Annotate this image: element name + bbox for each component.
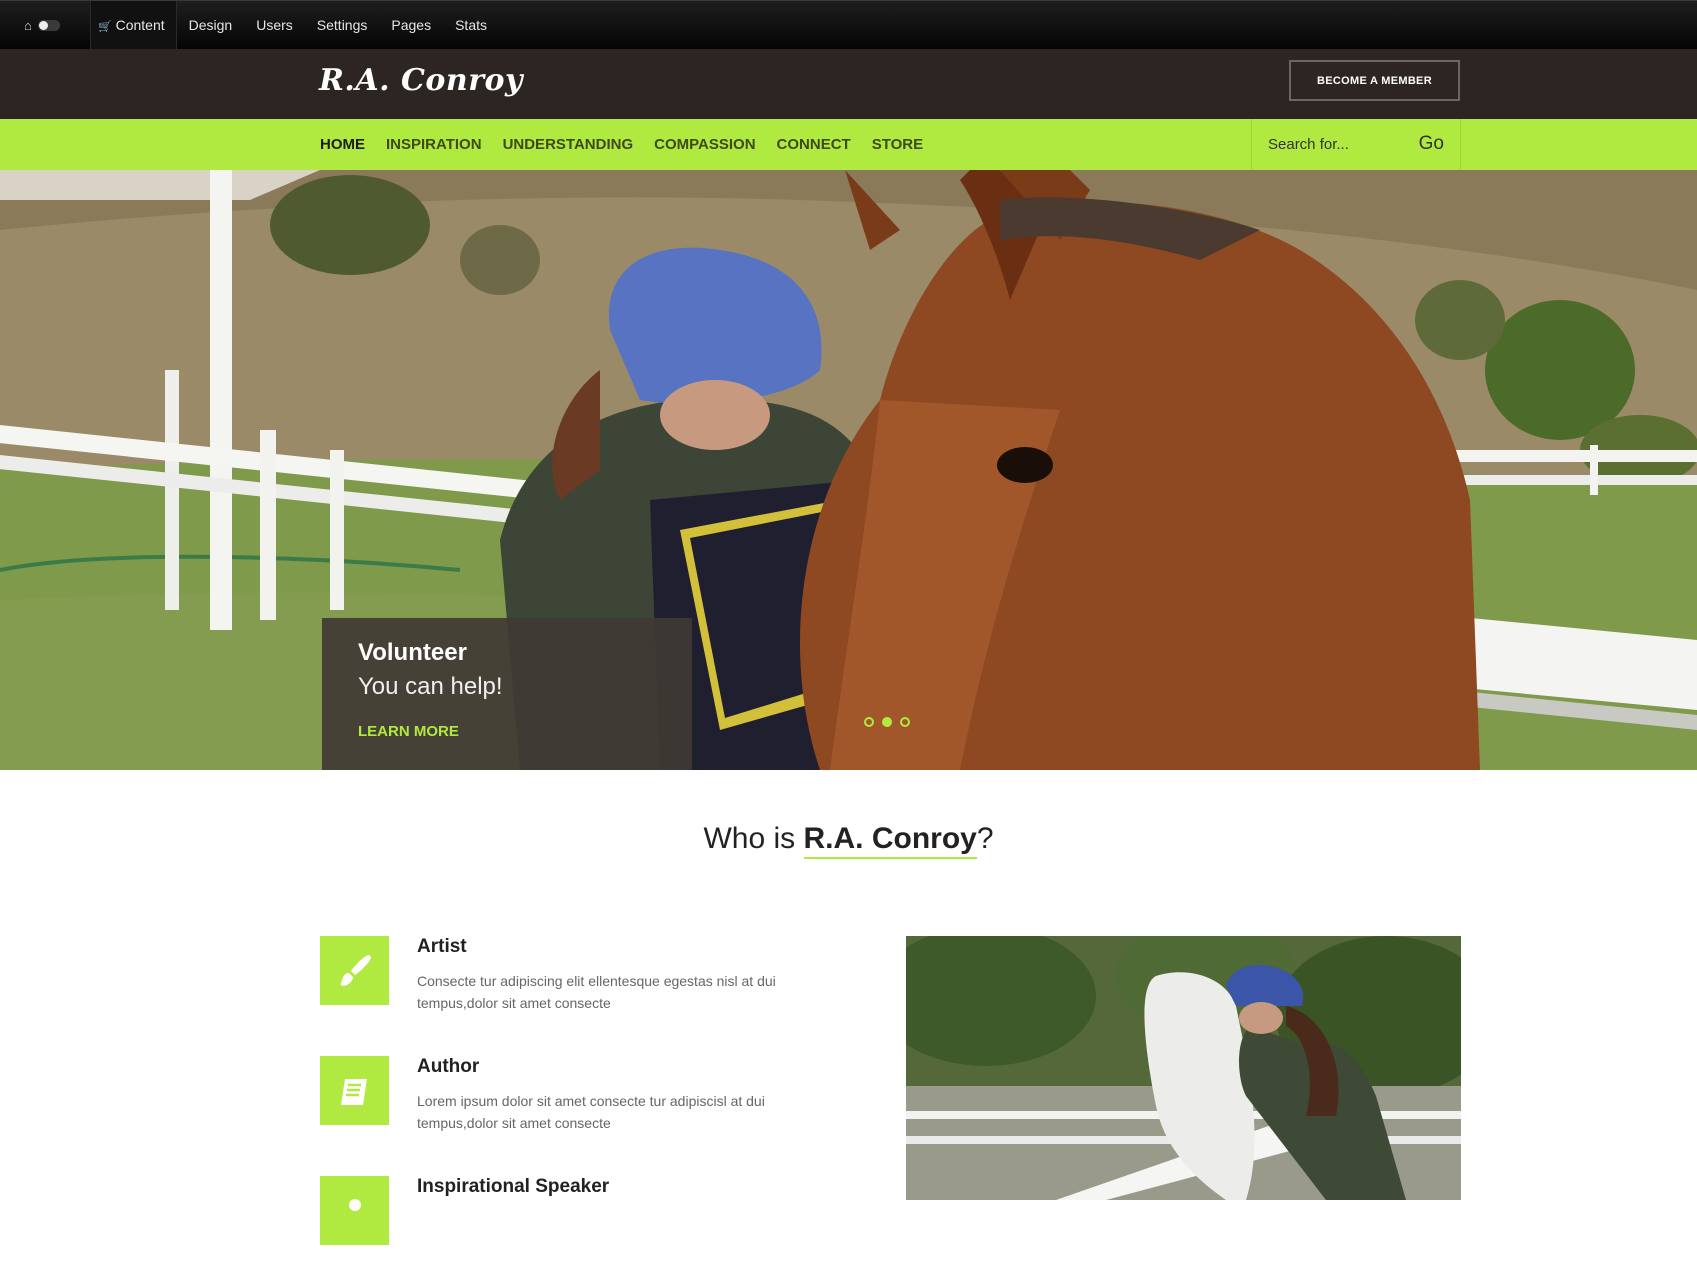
- admin-item-settings[interactable]: Settings: [305, 1, 380, 49]
- nav-item-home[interactable]: HOME: [320, 136, 365, 153]
- search-box: Go: [1251, 119, 1461, 170]
- book-icon: [320, 1056, 389, 1125]
- who-suffix: ?: [976, 822, 994, 855]
- paintbrush-icon: [320, 936, 389, 1005]
- site-header: R.A. Conroy BECOME A MEMBER: [0, 49, 1697, 119]
- slide-caption: Volunteer You can help! LEARN MORE: [322, 618, 692, 770]
- become-member-button[interactable]: BECOME A MEMBER: [1289, 60, 1460, 101]
- about-photo-image: [906, 936, 1461, 1200]
- home-icon[interactable]: ⌂: [24, 18, 32, 33]
- site-logo[interactable]: R.A. Conroy: [319, 63, 523, 98]
- main-nav: HOME INSPIRATION UNDERSTANDING COMPASSIO…: [0, 119, 1697, 170]
- nav-item-understanding[interactable]: UNDERSTANDING: [503, 136, 634, 153]
- nav-item-connect[interactable]: CONNECT: [777, 136, 851, 153]
- search-go-button[interactable]: Go: [1419, 133, 1444, 155]
- slider-dot[interactable]: [864, 717, 874, 727]
- slider-dots: [864, 717, 910, 727]
- slider-dot[interactable]: [882, 717, 892, 727]
- feature-text: Lorem ipsum dolor sit amet consecte tur …: [417, 1093, 765, 1131]
- feature-title: Author: [417, 1056, 480, 1077]
- about-photo: [906, 936, 1461, 1200]
- admin-item-users[interactable]: Users: [244, 1, 305, 49]
- admin-item-stats[interactable]: Stats: [443, 1, 499, 49]
- hero-image: [0, 170, 1697, 770]
- admin-item-design[interactable]: Design: [177, 1, 245, 49]
- feature-title: Inspirational Speaker: [417, 1176, 610, 1197]
- admin-home-group[interactable]: ⌂: [0, 1, 90, 49]
- feature-artist: Artist Consecte tur adipiscing elit elle…: [320, 936, 820, 1036]
- feature-text: Consecte tur adipiscing elit ellentesque…: [417, 973, 776, 1011]
- feature-title: Artist: [417, 936, 467, 957]
- search-input[interactable]: [1266, 135, 1410, 154]
- nav-item-compassion[interactable]: COMPASSION: [654, 136, 755, 153]
- edit-toggle[interactable]: [37, 19, 60, 31]
- admin-bar: ⌂ 🛒 Content Design Users Settings Pages …: [0, 0, 1697, 49]
- nav-item-inspiration[interactable]: INSPIRATION: [386, 136, 482, 153]
- slider-dot[interactable]: [900, 717, 910, 727]
- admin-item-content[interactable]: 🛒 Content: [90, 1, 177, 49]
- who-name: R.A. Conroy: [803, 822, 977, 859]
- speaker-icon: [320, 1176, 389, 1245]
- feature-speaker: Inspirational Speaker: [320, 1176, 820, 1276]
- who-prefix: Who is: [703, 822, 804, 855]
- nav-item-store[interactable]: STORE: [872, 136, 923, 153]
- toggle-knob: [38, 20, 48, 30]
- nav-links: HOME INSPIRATION UNDERSTANDING COMPASSIO…: [320, 119, 944, 170]
- learn-more-link[interactable]: LEARN MORE: [358, 723, 459, 740]
- hero-slider: Volunteer You can help! LEARN MORE: [0, 170, 1697, 770]
- who-heading: Who is R.A. Conroy?: [0, 822, 1697, 859]
- caption-title: Volunteer: [358, 639, 467, 666]
- admin-item-pages[interactable]: Pages: [379, 1, 443, 49]
- caption-subtitle: You can help!: [358, 673, 503, 700]
- admin-item-label: Content: [115, 17, 165, 33]
- cart-icon: 🛒: [98, 21, 112, 33]
- feature-author: Author Lorem ipsum dolor sit amet consec…: [320, 1056, 820, 1156]
